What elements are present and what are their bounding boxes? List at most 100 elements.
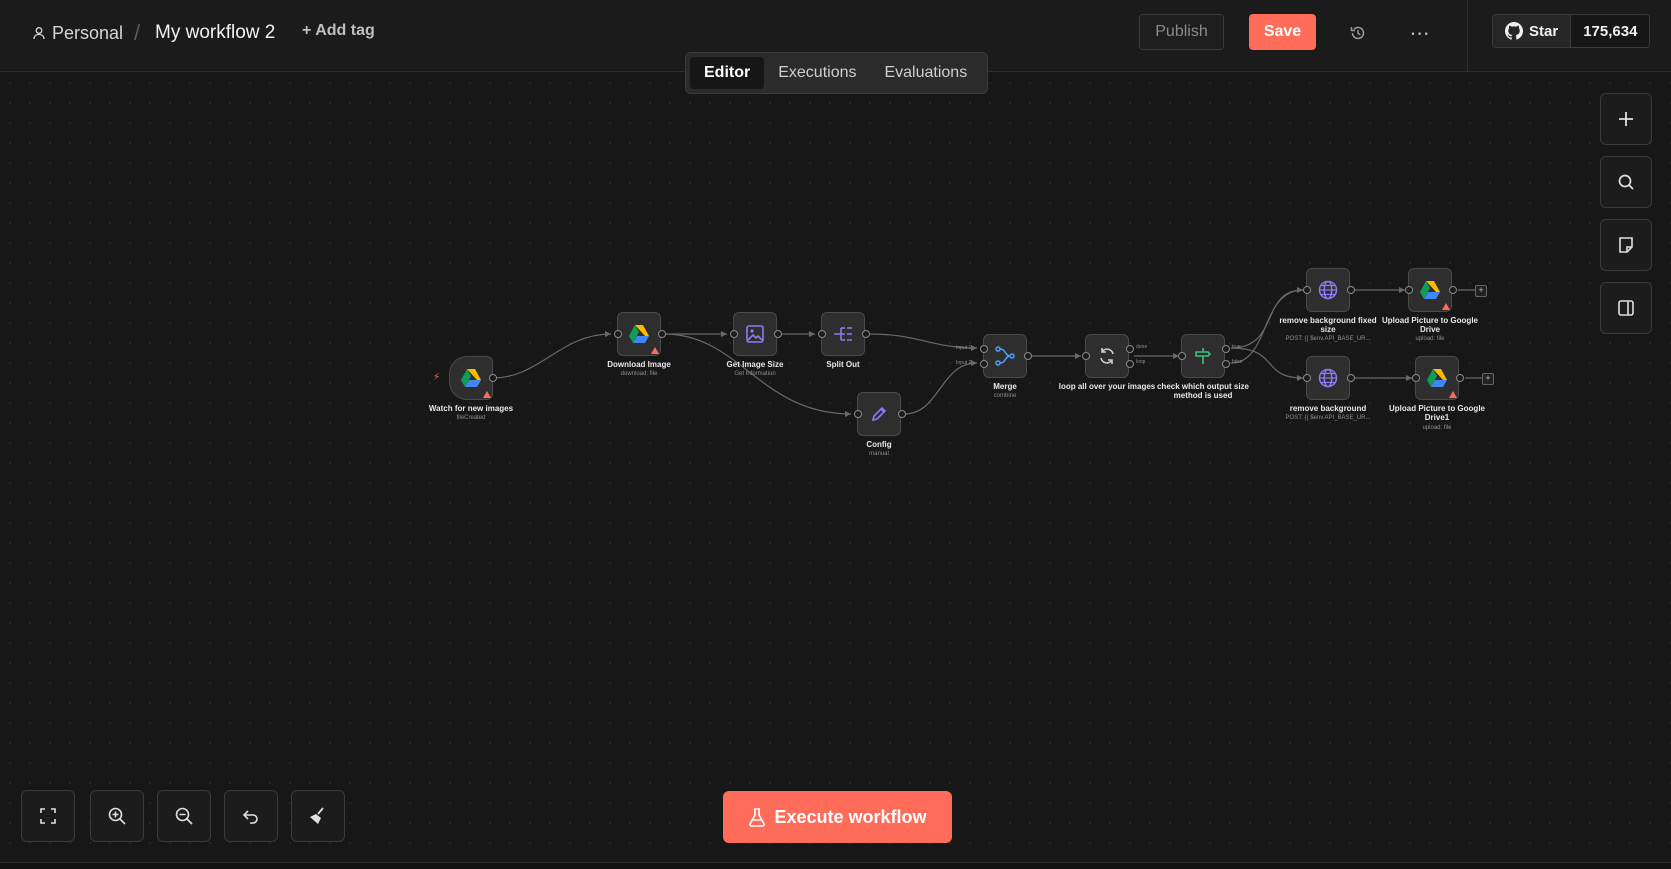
- arrow-head: [1075, 353, 1081, 359]
- merge-icon: [995, 346, 1015, 366]
- output-port[interactable]: [774, 330, 782, 338]
- execute-workflow-label: Execute workflow: [774, 806, 927, 827]
- node-merge[interactable]: [983, 334, 1027, 378]
- node-label: remove background: [1289, 404, 1367, 413]
- output-port[interactable]: [1024, 352, 1032, 360]
- globe-icon: [1318, 368, 1338, 388]
- output-port[interactable]: [1449, 286, 1457, 294]
- node-label: Upload Picture to Google Drive: [1381, 316, 1478, 334]
- if-true-label: true: [1232, 344, 1241, 350]
- node-label: Config: [866, 440, 892, 449]
- split-out-icon: [834, 327, 852, 341]
- node-subtitle: Get Information: [734, 371, 776, 377]
- node-label: Download Image: [607, 360, 671, 369]
- undo-button[interactable]: [224, 790, 278, 842]
- node-subtitle: POST: {{ $env.API_BASE_UR...: [1285, 336, 1371, 342]
- toggle-panel-button[interactable]: [1600, 282, 1652, 334]
- output-port[interactable]: [658, 330, 666, 338]
- input-port[interactable]: [1178, 352, 1186, 360]
- node-label: check which output size method is used: [1156, 382, 1249, 400]
- node-subtitle: POST: {{ $env.API_BASE_UR...: [1285, 415, 1371, 421]
- workflow-connections: [492, 287, 1482, 417]
- node-subtitle: upload: file: [1422, 425, 1452, 431]
- search-nodes-button[interactable]: [1600, 156, 1652, 208]
- node-subtitle: download: file: [620, 371, 658, 377]
- node-remove-background-fixed-size[interactable]: [1306, 268, 1350, 312]
- globe-icon: [1318, 280, 1338, 300]
- output-port[interactable]: [1126, 360, 1134, 368]
- tidy-up-button[interactable]: [291, 790, 345, 842]
- input-port[interactable]: [1405, 286, 1413, 294]
- output-port[interactable]: [489, 374, 497, 382]
- warning-icon: [651, 347, 659, 354]
- zoom-in-icon: [108, 807, 126, 825]
- node-subtitle: combine: [993, 393, 1017, 399]
- node-label: Watch for new images: [428, 404, 514, 413]
- arrow-head: [721, 331, 727, 337]
- google-drive-icon: [1420, 281, 1440, 299]
- node-subtitle: manual: [869, 451, 889, 457]
- node-label: Split Out: [826, 360, 860, 369]
- node-check-output-size[interactable]: [1181, 334, 1225, 378]
- input-port[interactable]: [980, 345, 988, 353]
- trigger-bolt-icon: ⚡: [433, 372, 441, 383]
- add-node-button[interactable]: +: [1482, 373, 1494, 385]
- zoom-out-icon: [175, 807, 193, 825]
- node-label: loop all over your images: [1058, 382, 1156, 391]
- loop-done-label: done: [1136, 344, 1148, 350]
- add-node-button[interactable]: +: [1475, 285, 1487, 297]
- input-port[interactable]: [854, 410, 862, 418]
- search-icon: [1618, 174, 1634, 190]
- zoom-out-button[interactable]: [157, 790, 211, 842]
- node-upload-to-google-drive[interactable]: [1408, 268, 1452, 312]
- node-download-image[interactable]: [617, 312, 661, 356]
- node-subtitle: upload: file: [1415, 336, 1445, 342]
- undo-icon: [242, 810, 258, 824]
- sticky-note-button[interactable]: [1600, 219, 1652, 271]
- output-port[interactable]: [862, 330, 870, 338]
- output-port[interactable]: [1347, 286, 1355, 294]
- node-config[interactable]: [857, 392, 901, 436]
- arrow-head: [971, 360, 977, 366]
- fit-view-button[interactable]: [21, 790, 75, 842]
- node-loop-over-images[interactable]: [1085, 334, 1129, 378]
- input-port[interactable]: [818, 330, 826, 338]
- if-false-label: false: [1232, 359, 1243, 365]
- node-split-out[interactable]: [821, 312, 865, 356]
- input-port[interactable]: [1303, 374, 1311, 382]
- node-upload-to-google-drive-1[interactable]: [1415, 356, 1459, 400]
- loop-loop-label: loop: [1136, 359, 1146, 365]
- input-port[interactable]: [614, 330, 622, 338]
- loop-icon: [1100, 348, 1114, 364]
- warning-icon: [1442, 303, 1450, 310]
- output-port[interactable]: [1126, 345, 1134, 353]
- output-port[interactable]: [1456, 374, 1464, 382]
- node-subtitle: fileCreated: [456, 415, 486, 421]
- zoom-in-button[interactable]: [90, 790, 144, 842]
- arrow-head: [809, 331, 815, 337]
- input-port[interactable]: [730, 330, 738, 338]
- node-remove-background[interactable]: [1306, 356, 1350, 400]
- pencil-icon: [871, 406, 887, 422]
- input-port[interactable]: [980, 360, 988, 368]
- input-port[interactable]: [1412, 374, 1420, 382]
- execute-workflow-button[interactable]: Execute workflow: [723, 791, 952, 843]
- add-node-panel-button[interactable]: [1600, 93, 1652, 145]
- google-drive-icon: [1427, 369, 1447, 387]
- output-port[interactable]: [1222, 360, 1230, 368]
- plus-icon: [1619, 112, 1633, 126]
- output-port[interactable]: [898, 410, 906, 418]
- node-get-image-size[interactable]: [733, 312, 777, 356]
- node-watch-for-new-images[interactable]: [449, 356, 493, 400]
- output-port[interactable]: [1347, 374, 1355, 382]
- node-label: remove background fixed size: [1279, 316, 1377, 334]
- arrow-head: [845, 411, 851, 417]
- node-label: Upload Picture to Google Drive1: [1388, 404, 1485, 422]
- output-port[interactable]: [1222, 345, 1230, 353]
- input-port[interactable]: [1082, 352, 1090, 360]
- image-icon: [746, 325, 764, 343]
- signpost-icon: [1195, 348, 1212, 364]
- arrow-head: [971, 345, 977, 351]
- input-port[interactable]: [1303, 286, 1311, 294]
- merge-input-2-label: Input 2: [956, 360, 972, 366]
